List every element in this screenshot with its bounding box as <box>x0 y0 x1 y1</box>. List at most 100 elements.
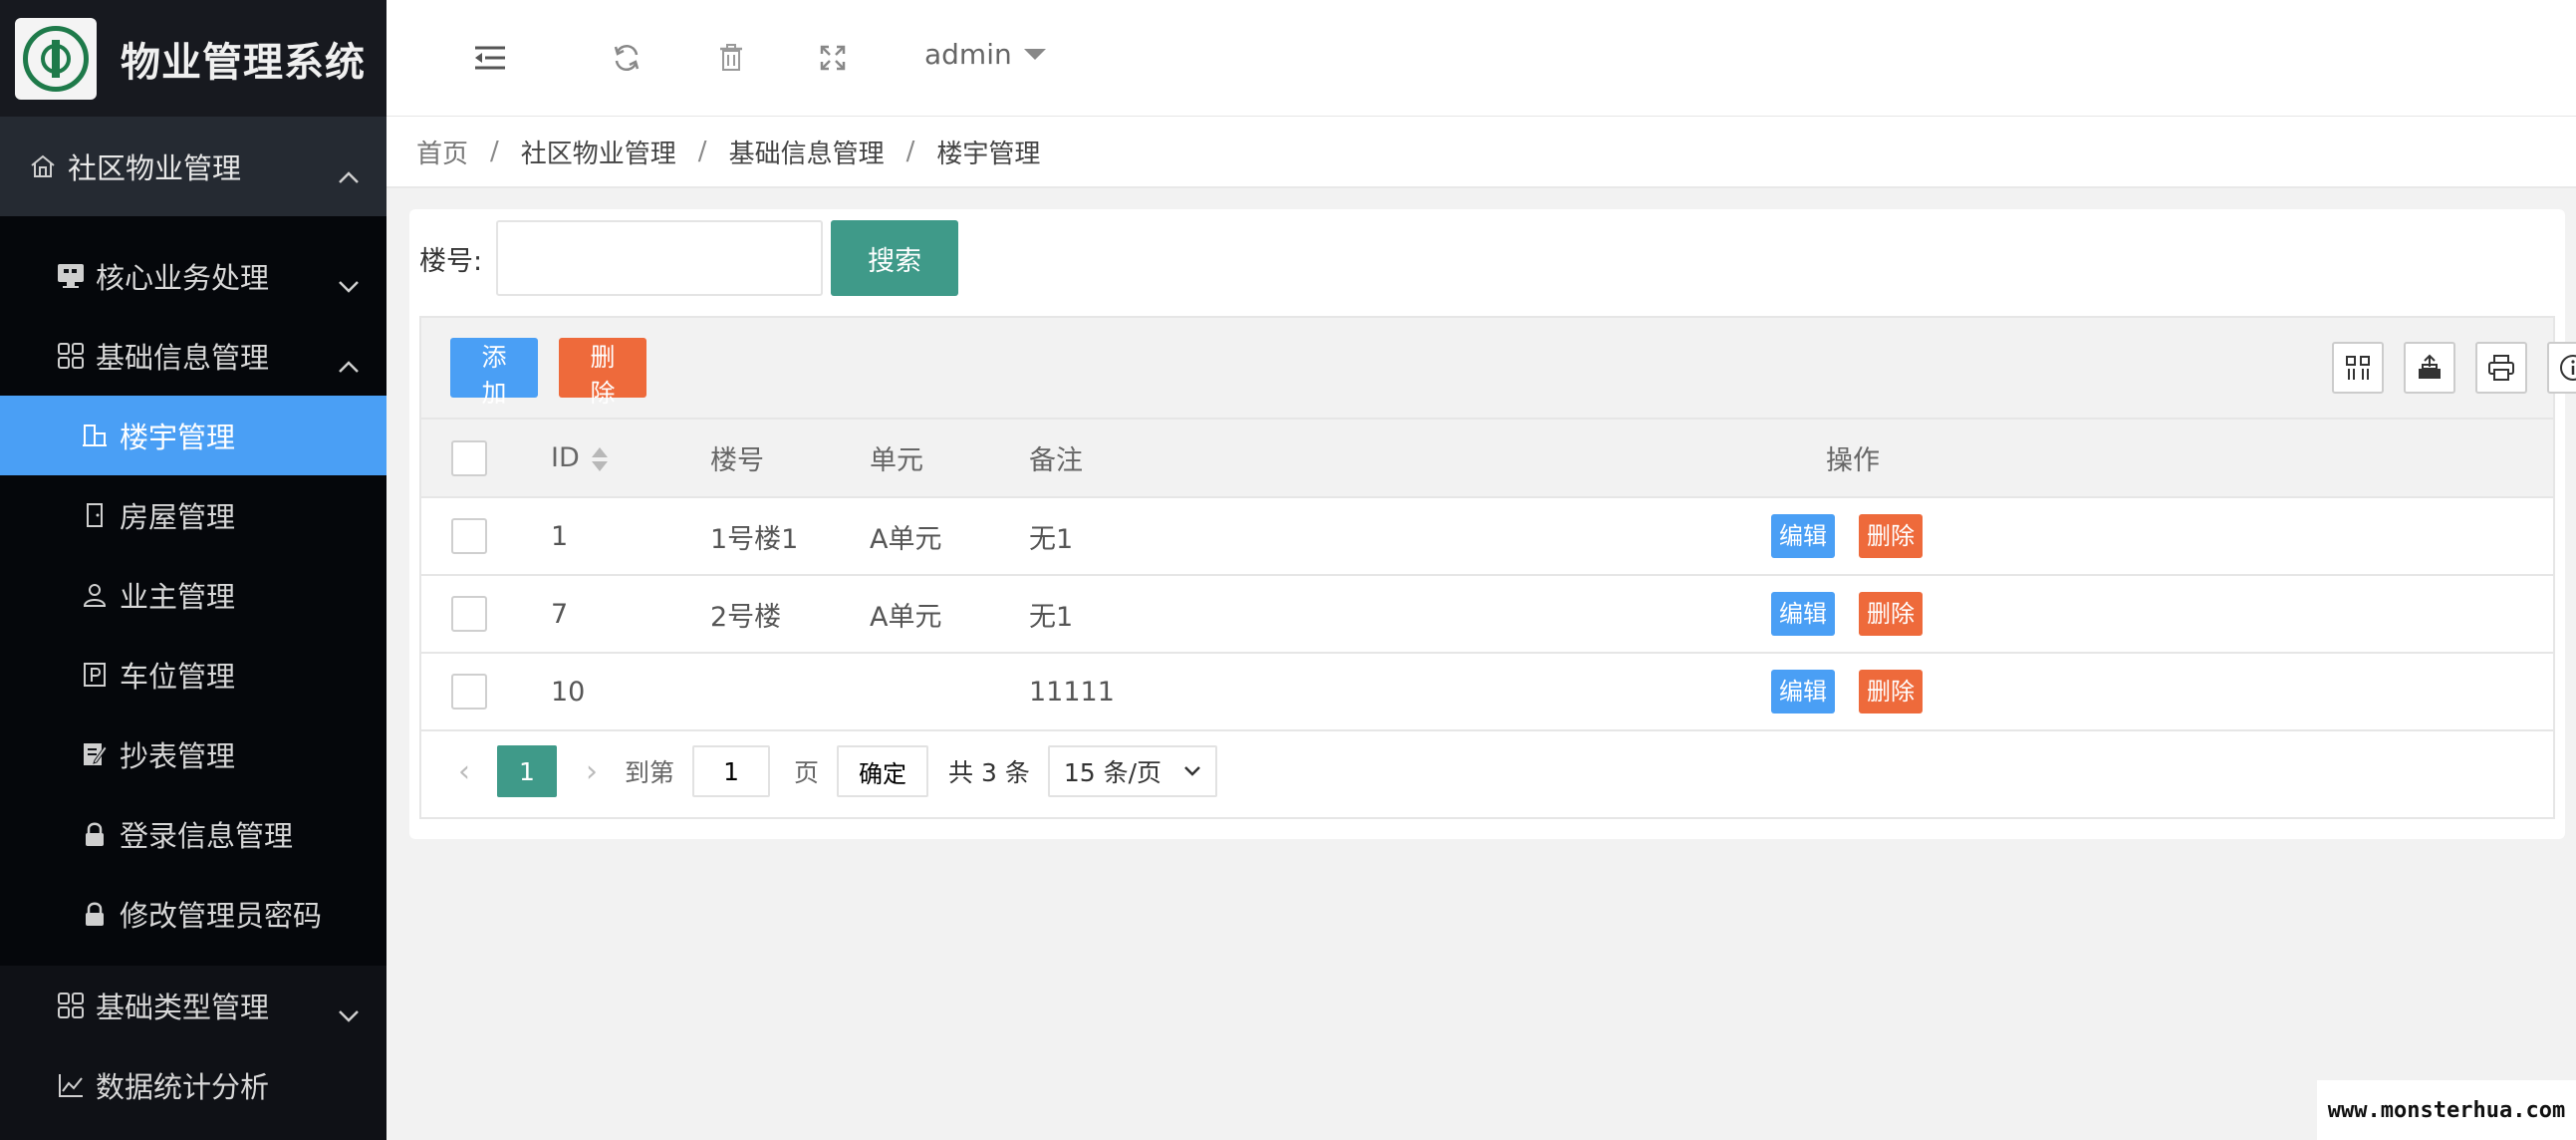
line-chart-icon <box>56 1070 86 1100</box>
header: admin <box>386 0 2576 117</box>
lock-icon <box>80 819 110 849</box>
sidebar-item-label: 业主管理 <box>120 580 236 614</box>
lock-icon <box>80 899 110 929</box>
menu-collapse-icon[interactable] <box>470 38 510 78</box>
user-menu[interactable]: admin <box>924 38 1046 71</box>
sidebar-item-label: 车位管理 <box>120 660 236 694</box>
page-suffix: 页 <box>794 758 820 787</box>
cell-unit <box>870 653 1029 731</box>
cell-remark: 无1 <box>1029 497 1716 576</box>
sidebar-item-label: 数据统计分析 <box>96 1070 270 1104</box>
cell-building: 2号楼 <box>710 575 870 654</box>
monitor-icon <box>56 261 86 291</box>
columns-icon[interactable] <box>2332 342 2384 394</box>
sidebar-item-building[interactable]: 楼宇管理 <box>0 396 386 475</box>
cell-remark: 无1 <box>1029 575 1716 654</box>
user-icon <box>80 580 110 610</box>
search-button[interactable]: 搜索 <box>831 220 959 296</box>
cell-remark: 11111 <box>1029 653 1716 731</box>
search-bar: 楼号: 搜索 <box>419 219 959 297</box>
goto-label: 到第 <box>625 758 675 787</box>
sidebar-item-label: 房屋管理 <box>120 500 236 534</box>
grid-icon <box>56 341 86 371</box>
print-icon[interactable] <box>2475 342 2527 394</box>
trash-icon[interactable] <box>711 38 751 78</box>
page-number-current[interactable]: 1 <box>497 745 557 797</box>
column-header-unit: 单元 <box>870 420 1029 498</box>
edit-button[interactable]: 编辑 <box>1771 670 1835 713</box>
breadcrumb-current: 楼宇管理 <box>936 139 1041 169</box>
sidebar-item-parking[interactable]: 车位管理 <box>0 635 386 714</box>
parking-icon <box>80 660 110 690</box>
sidebar-item-house[interactable]: 房屋管理 <box>0 475 386 555</box>
export-icon[interactable] <box>2404 342 2455 394</box>
cell-id: 10 <box>551 653 710 731</box>
table-row: 7 2号楼 A单元 无1 编辑 删除 <box>421 575 2553 654</box>
select-all-checkbox[interactable] <box>451 439 487 476</box>
cell-building: 1号楼1 <box>710 497 870 576</box>
batch-delete-button[interactable]: 删除 <box>559 338 646 408</box>
chevron-up-icon <box>337 158 359 183</box>
chevron-down-icon <box>1183 766 1200 776</box>
breadcrumb-item[interactable]: 社区物业管理 <box>521 134 676 170</box>
university-logo <box>15 17 97 100</box>
sidebar-item-core-business[interactable]: 核心业务处理 <box>0 236 386 316</box>
chevron-up-icon <box>337 348 359 373</box>
cell-building <box>710 653 870 731</box>
goto-confirm-button[interactable]: 确定 <box>837 745 929 797</box>
goto-page-input[interactable] <box>692 745 771 797</box>
row-checkbox[interactable] <box>451 674 487 710</box>
prev-page-icon[interactable]: ‹ <box>449 745 479 797</box>
breadcrumb-home[interactable]: 首页 <box>416 134 468 170</box>
add-button[interactable]: 添加 <box>450 338 538 408</box>
logo-bar: 物业管理系统 <box>0 0 386 117</box>
building-icon <box>80 421 110 450</box>
pagination: ‹ 1 › 到第 页 确定 共 3 条 15 条/页 <box>421 731 2553 811</box>
delete-button[interactable]: 删除 <box>1859 670 1923 713</box>
column-header-id[interactable]: ID <box>551 420 710 498</box>
breadcrumb-item[interactable]: 基础信息管理 <box>729 134 885 170</box>
info-icon[interactable] <box>2547 342 2576 394</box>
chevron-down-icon <box>337 998 359 1022</box>
submenu: 核心业务处理 基础信息管理 楼宇管理 房屋管理 业主管理 车位管理 抄表管理 登… <box>0 216 386 966</box>
data-table: 添加 删除 ID 楼号 单元 备注 操作 1 1号楼1 A单元 无1 编辑 删除… <box>419 316 2576 819</box>
sidebar-item-label: 修改管理员密码 <box>120 899 323 933</box>
table-row: 10 11111 编辑 删除 <box>421 653 2553 731</box>
user-name: admin <box>924 38 1012 71</box>
sidebar-item-basic-info[interactable]: 基础信息管理 <box>0 316 386 396</box>
sidebar-item-label: 社区物业管理 <box>68 151 242 185</box>
column-header-building: 楼号 <box>710 420 870 498</box>
next-page-icon[interactable]: › <box>577 745 607 797</box>
sidebar-item-statistics[interactable]: 数据统计分析 <box>0 1045 386 1125</box>
main-card: 楼号: 搜索 添加 删除 ID 楼号 单元 备注 操作 1 1号楼1 A单元 无… <box>409 209 2576 839</box>
watermark: www.monsterhua.com <box>2317 1080 2576 1140</box>
sidebar-item-change-password[interactable]: 修改管理员密码 <box>0 874 386 954</box>
sidebar-item-owner[interactable]: 业主管理 <box>0 555 386 635</box>
sidebar-item-label: 核心业务处理 <box>96 261 270 295</box>
page-size-select[interactable]: 15 条/页 <box>1047 745 1217 797</box>
building-no-input[interactable] <box>496 220 824 296</box>
edit-button[interactable]: 编辑 <box>1771 592 1835 636</box>
refresh-icon[interactable] <box>607 38 646 78</box>
sort-icon[interactable] <box>591 446 608 472</box>
cell-unit: A单元 <box>870 497 1029 576</box>
sidebar-item-label: 登录信息管理 <box>120 819 294 853</box>
row-checkbox[interactable] <box>451 596 487 632</box>
delete-button[interactable]: 删除 <box>1859 514 1923 558</box>
sidebar-item-meter[interactable]: 抄表管理 <box>0 714 386 794</box>
edit-button[interactable]: 编辑 <box>1771 514 1835 558</box>
total-count: 共 3 条 <box>948 758 1030 787</box>
sidebar: 物业管理系统 社区物业管理 核心业务处理 基础信息管理 楼宇管理 房屋管理 业主… <box>0 0 386 1140</box>
fullscreen-icon[interactable] <box>813 38 853 78</box>
delete-button[interactable]: 删除 <box>1859 592 1923 636</box>
sidebar-item-community[interactable]: 社区物业管理 <box>0 117 386 216</box>
column-header-remark: 备注 <box>1029 420 1716 498</box>
edit-icon <box>80 739 110 769</box>
breadcrumb: 首页 / 社区物业管理 / 基础信息管理 / 楼宇管理 <box>386 117 2576 188</box>
sidebar-item-login-info[interactable]: 登录信息管理 <box>0 794 386 874</box>
sidebar-item-basic-type[interactable]: 基础类型管理 <box>0 966 386 1045</box>
chevron-down-icon <box>337 268 359 293</box>
app-title: 物业管理系统 <box>121 39 366 86</box>
row-checkbox[interactable] <box>451 518 487 554</box>
caret-down-icon <box>1023 49 1046 60</box>
